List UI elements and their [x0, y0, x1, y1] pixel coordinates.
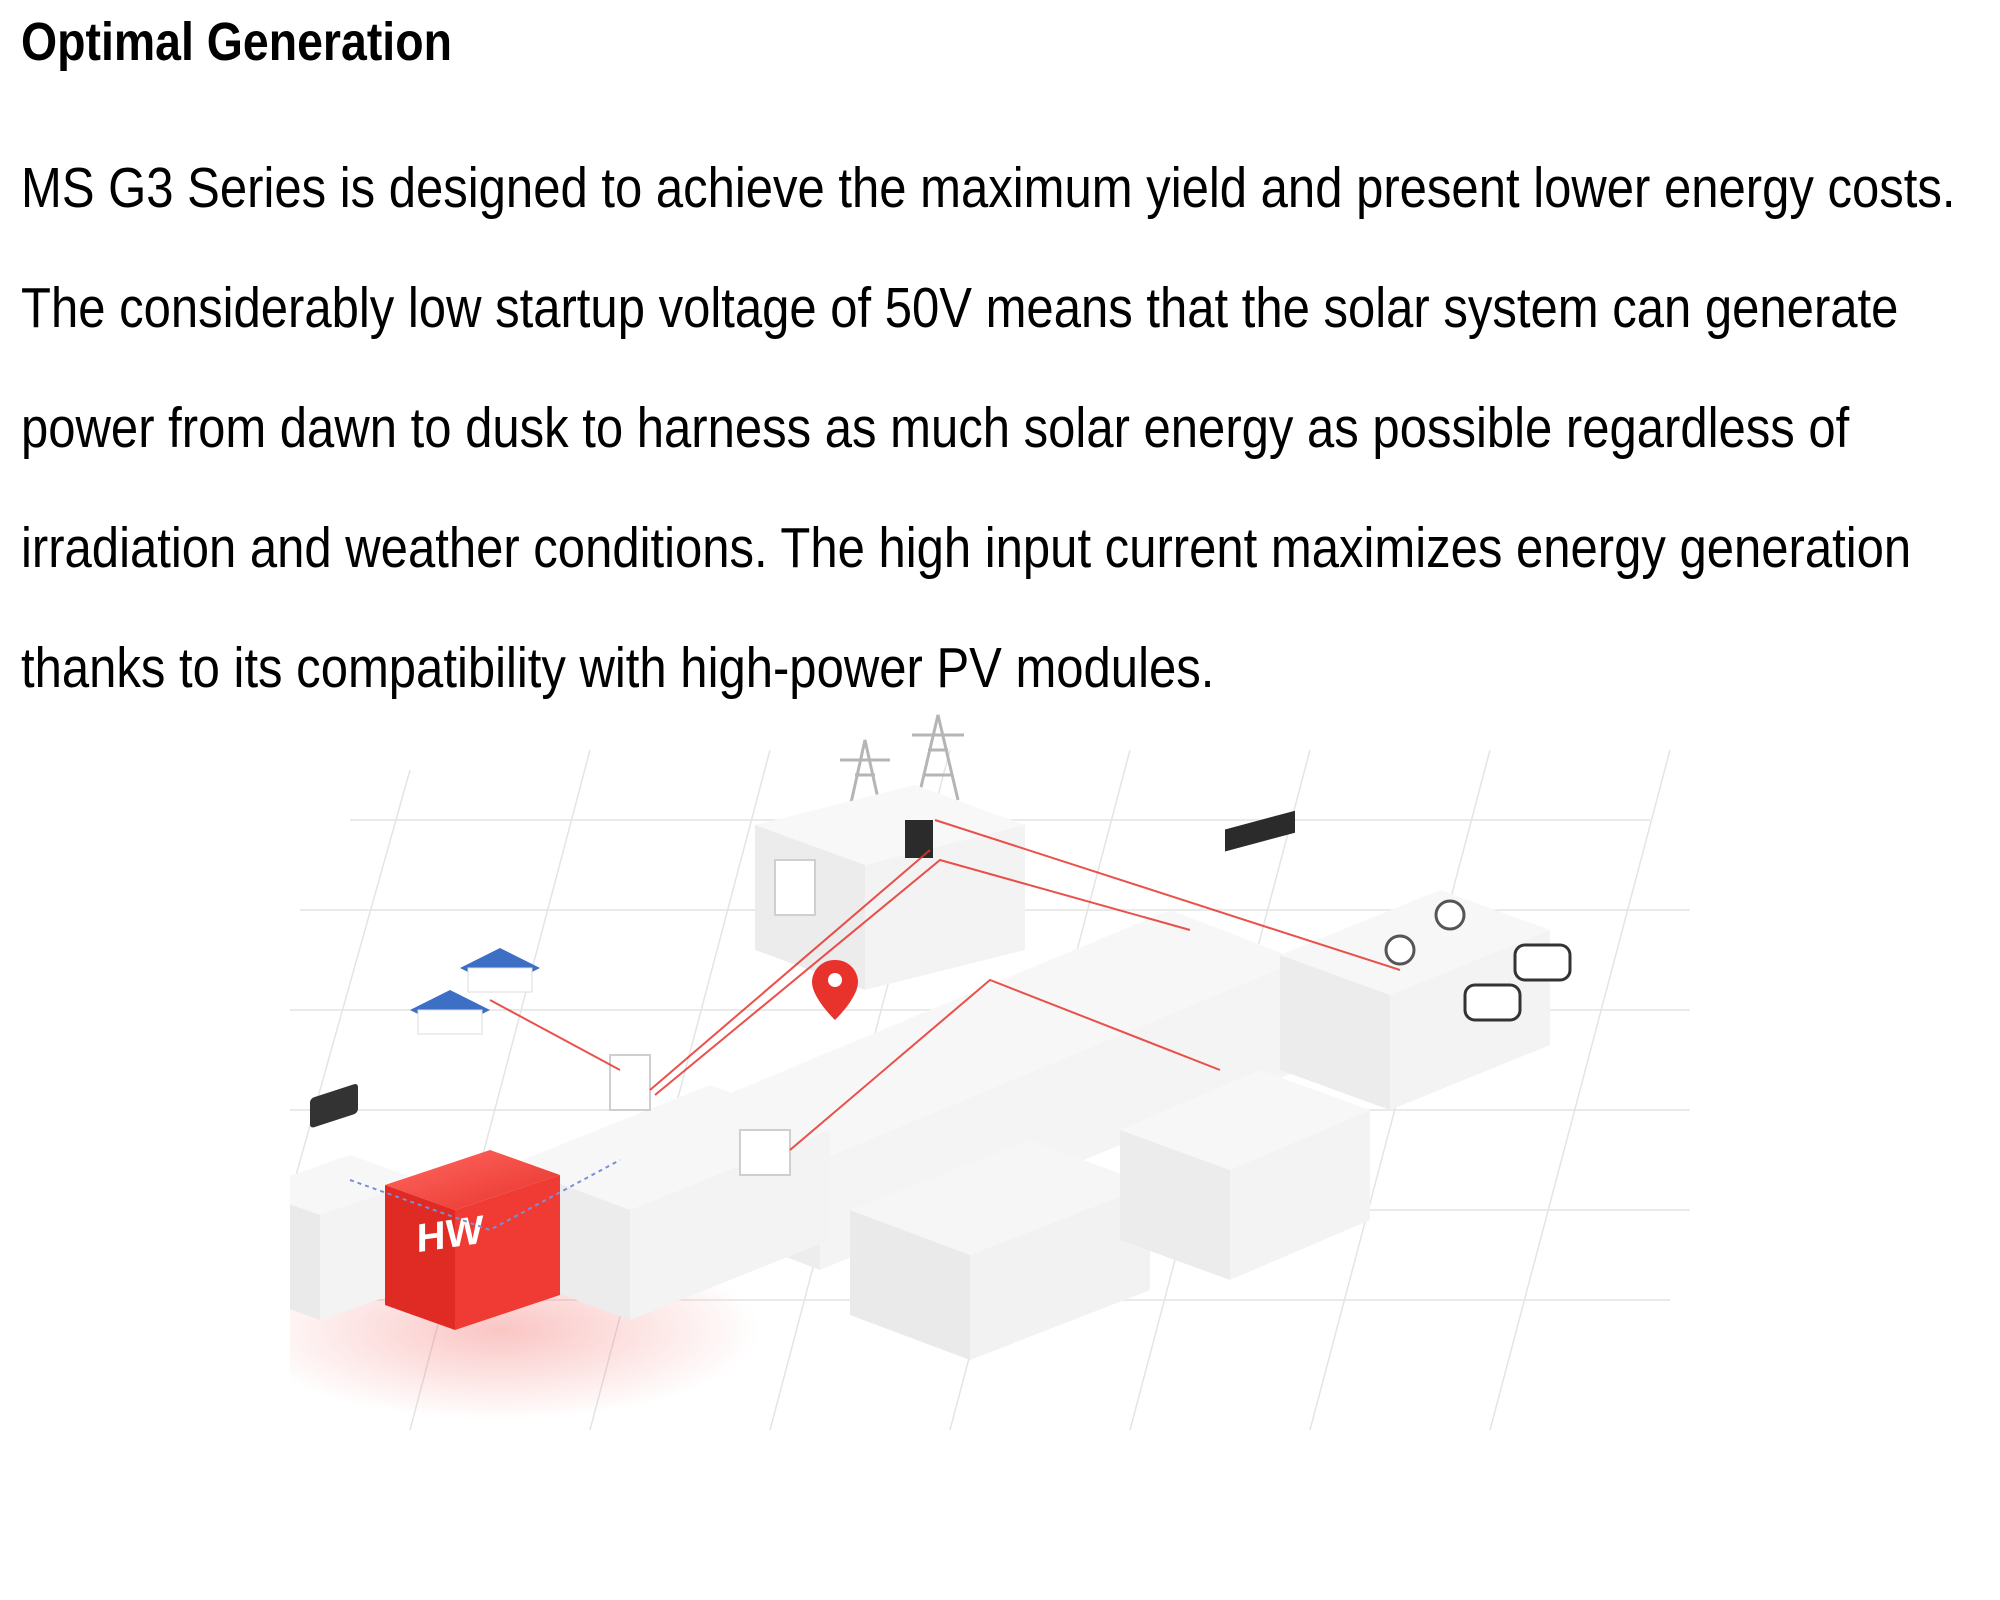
meter-icon	[774, 859, 816, 916]
section-heading: Optimal Generation	[21, 12, 452, 72]
battery-icon	[739, 1129, 791, 1176]
washer-icon	[1434, 899, 1466, 931]
section-paragraph: MS G3 Series is designed to achieve the …	[21, 156, 1956, 700]
energy-system-illustration: HW	[290, 710, 1700, 1430]
inverter-icon	[609, 1054, 651, 1111]
house-solar-icon	[410, 948, 540, 1035]
heat-pump-icon-2	[1463, 983, 1522, 1022]
heat-pump-icon	[1513, 943, 1572, 982]
location-pin-icon	[812, 960, 858, 1020]
logo-cube: HW	[385, 1150, 560, 1330]
washer-icon-2	[1384, 934, 1416, 966]
